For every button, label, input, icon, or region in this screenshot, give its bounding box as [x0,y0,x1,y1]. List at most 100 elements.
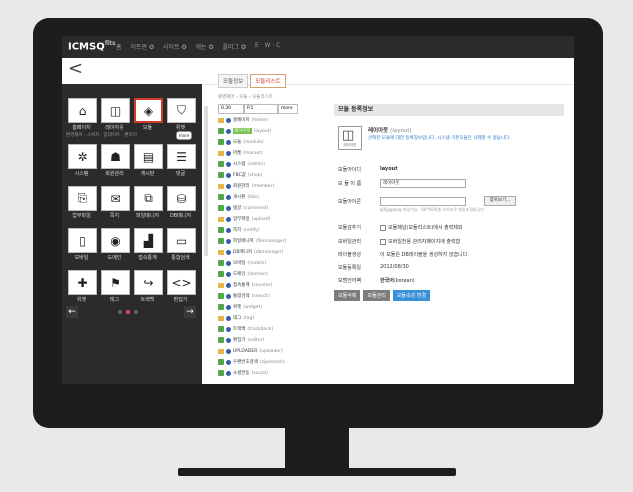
list-item[interactable]: 통합검색 (search) [218,292,318,300]
filter-more-button[interactable]: more [176,131,192,140]
list-item[interactable]: 파일매니저 (filemanager) [218,237,318,245]
back-button[interactable]: < [68,60,83,78]
list-item[interactable]: 댓글 (comment) [218,204,318,212]
tab-module-list[interactable]: 모듈리스트 [250,74,286,88]
tile-mobile[interactable]: ▯ [68,228,97,253]
list-item[interactable]: 시스템 (admin) [218,160,318,168]
tile-widget[interactable]: ⛉ [167,98,196,123]
module-name: 우편번호검색 [233,360,258,365]
module-name: 통합검색 [233,294,250,299]
list-item[interactable]: UPLOADER (uploader) [218,347,318,355]
list-item[interactable]: 접속통계 (counter) [218,281,318,289]
board-icon: ▤ [142,149,155,164]
tile-search[interactable]: ▭ [167,228,196,253]
tile-domain[interactable]: ◉ [101,228,130,253]
top-menu-item[interactable]: 사이트 ✪ [163,42,187,51]
browse-button[interactable]: 찾아보기... [484,196,516,206]
tile-db[interactable]: ⛁ [167,186,196,211]
tile-system[interactable]: ✲ [68,144,97,169]
manage-module-button[interactable]: 모듈관리 [363,290,390,301]
tile-board[interactable]: ▤ [134,144,163,169]
tile-code[interactable]: <> [167,270,196,295]
tile-stats[interactable]: ▟ [134,228,163,253]
module-icon [218,227,224,233]
folder-icon [218,216,224,222]
top-menu-item[interactable]: 캐논 ✪ [196,42,214,51]
top-menu: 홈 이트판 ✪ 사이트 ✪ 캐논 ✪ 플러그 ✪ E · W · C [116,42,280,51]
list-item[interactable]: 편집기 (editor) [218,336,318,344]
carousel-dot-active[interactable] [126,310,130,314]
globe-icon [226,150,231,156]
list-item[interactable]: 트랙백 (trackback) [218,325,318,333]
tile-comments[interactable]: ☰ [167,144,196,169]
module-id: (widget) [243,304,262,310]
list-item[interactable]: 레이아웃 (layout) [218,127,318,135]
tile-label: 쪽지 [109,213,120,219]
list-item[interactable]: DB매니저 (dbmanager) [218,248,318,256]
list-item[interactable]: 태그 (tag) [218,314,318,322]
carousel-next-button[interactable]: → [184,306,196,318]
tile-filemanager[interactable]: ⧉ [134,186,163,211]
tab-module-info[interactable]: 모듈정보 [218,74,249,88]
tile-label: 편집기 [173,297,188,303]
module-icon: ◈ [143,103,154,118]
carousel-prev-button[interactable]: ← [66,306,78,318]
globe-icon [226,117,231,123]
delete-module-button[interactable]: 모듈삭제 [334,290,361,301]
list-item[interactable]: 쪽지 (notify) [218,226,318,234]
tile-home[interactable]: ⌂ [68,98,97,123]
top-menu-item[interactable]: 이트판 ✪ [131,42,155,51]
globe-icon [226,227,231,233]
module-name: 모듈 [233,140,242,145]
brand-logo[interactable]: ICMSQfits [68,40,116,52]
carousel-dot[interactable] [134,310,138,314]
list-item[interactable]: 우편번호검색 (zipsearch) [218,358,318,366]
module-id: (comment) [243,205,269,211]
tile-layout[interactable]: ◫ [101,98,130,123]
globe-icon [226,370,231,376]
tile-tag[interactable]: ⚑ [101,270,130,295]
module-icon [218,326,224,332]
list-item[interactable]: 업무파일 (upload) [218,215,318,223]
list-item[interactable]: 모바일 (mobile) [218,259,318,267]
list-item[interactable]: 소셜연동 (social) [218,369,318,377]
list-item[interactable]: 회원관리 (member) [218,182,318,190]
list-item[interactable]: 도메인 (domain) [218,270,318,278]
list-item[interactable]: 마켓 (market) [218,149,318,157]
module-id: (admin) [247,161,266,167]
list-item[interactable]: 게시판 (bbs) [218,193,318,201]
list-scrollbar[interactable] [204,106,208,256]
sort-select[interactable]: 0.30 [218,104,244,114]
module-name-input[interactable]: 레이아웃 [380,179,466,188]
carousel-dots [118,310,138,314]
hide-checkbox[interactable] [380,224,386,231]
page-select[interactable]: P.1 [244,104,278,114]
tile-trackback[interactable]: ↪ [134,270,163,295]
list-item[interactable]: 위젯 (widget) [218,303,318,311]
list-item[interactable]: FBC값 (shop) [218,171,318,179]
module-icon-file-input[interactable] [380,197,466,206]
top-menu-item[interactable]: E · W · C [255,42,280,51]
module-icon [218,260,224,266]
tile-puzzle[interactable]: ✚ [68,270,97,295]
module-name: 접속통계 [233,283,250,288]
list-item[interactable]: 모듈 (module) [218,138,318,146]
tile-files[interactable]: ⎘ [68,186,97,211]
icon-hint: gif/jpg/png 파일가능 · 60*60픽셀 사이즈로 자동조정됩니다 [380,207,484,212]
top-menu-item[interactable]: 홈 [116,42,122,51]
mobile-checkbox[interactable] [380,238,386,245]
tile-message[interactable]: ✉ [101,186,130,211]
tile-module[interactable]: ◈ [134,98,163,123]
module-icon [218,238,224,244]
module-id: (tag) [243,315,255,321]
tile-members[interactable]: ☗ [101,144,130,169]
tile-label: 모듈 [142,125,153,131]
save-properties-button[interactable]: 모듈속성 변경 [392,290,431,301]
top-menu-item[interactable]: 플러그 ✪ [223,42,247,51]
module-id: (notify) [243,227,260,233]
more-button[interactable]: more [278,104,298,114]
carousel-dot[interactable] [118,310,122,314]
globe-icon [226,161,231,167]
list-item[interactable]: 홈페이지 (home) [218,116,318,124]
folder-icon [218,150,224,156]
